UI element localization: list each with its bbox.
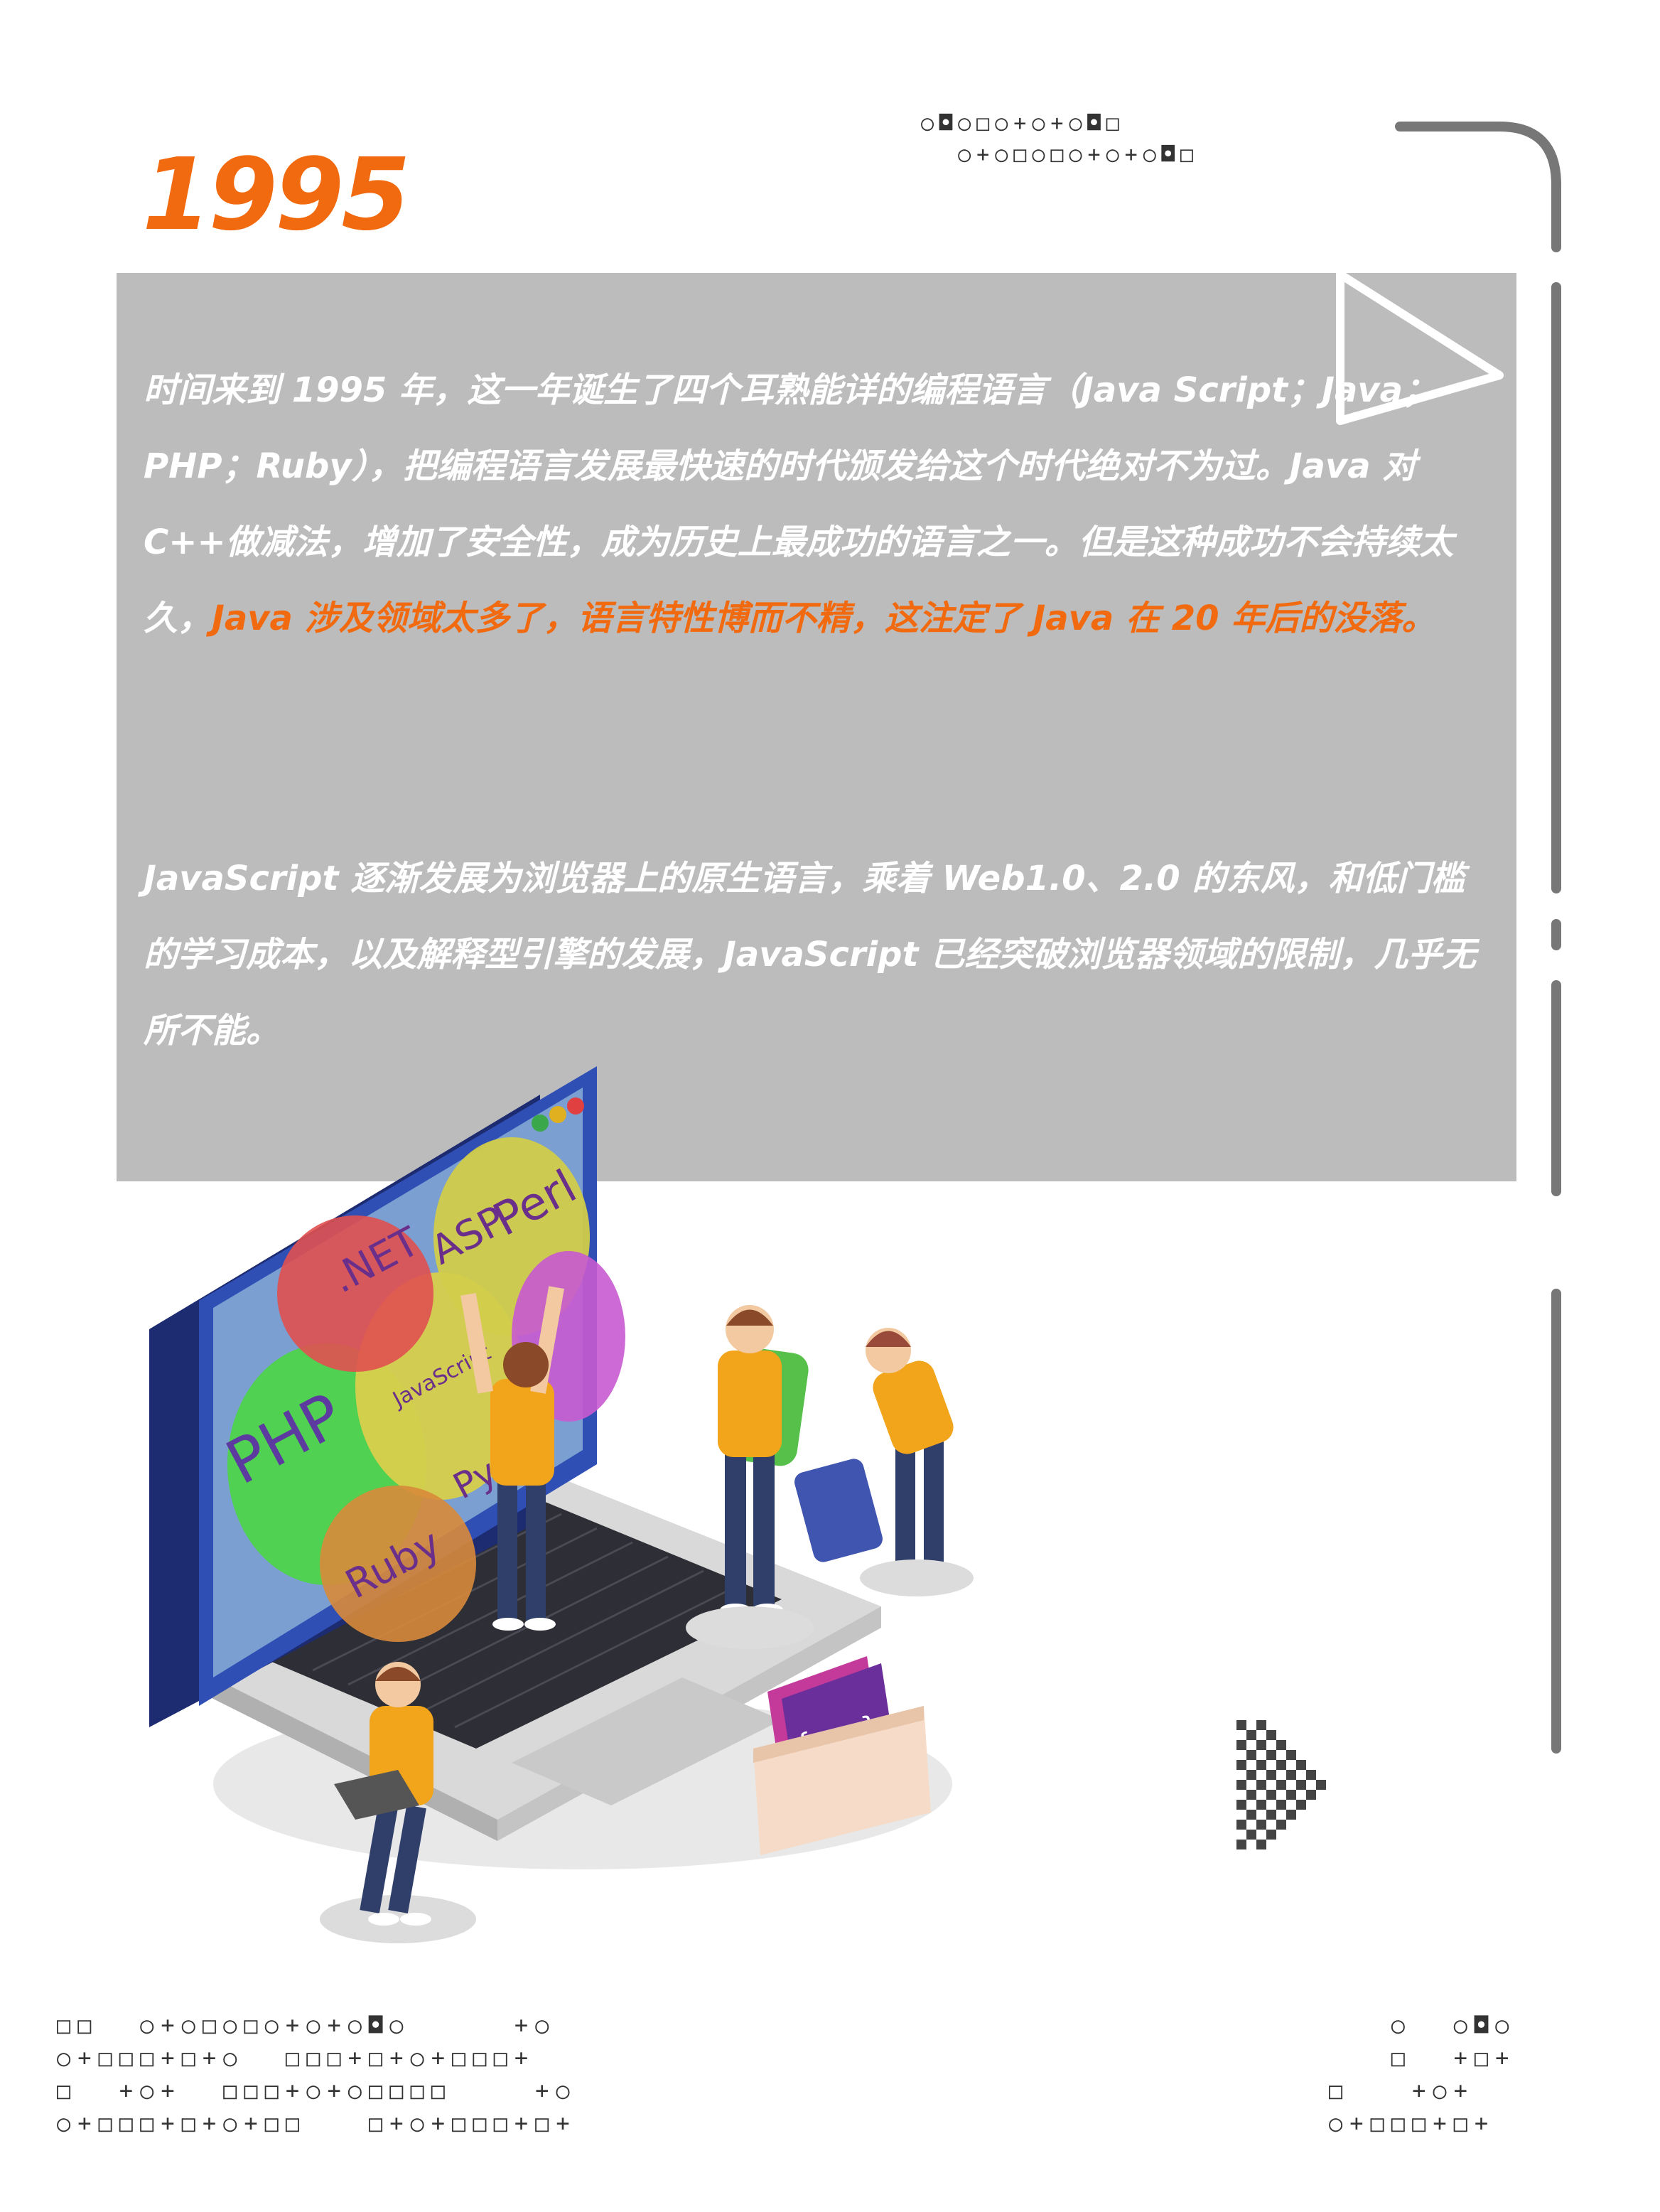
laptop-illustration: .NET ASP Perl PHP JavaScript Ruby Py bbox=[149, 1066, 974, 1943]
bottom-left-dots-decoration: □□ ○+○□○□○+○+○◘○ +○ ○+□□□+□+○ □□□+□+○+□□… bbox=[57, 2012, 577, 2137]
bottom-right-dots-decoration: ○ ○◘○ □ +□+ □ +○+ ○+□□□+□+ bbox=[1329, 2012, 1516, 2137]
paragraph-1: 时间来到 1995 年，这一年诞生了四个耳熟能详的编程语言（Java Scrip… bbox=[144, 353, 1480, 657]
paragraph-2: JavaScript 逐渐发展为浏览器上的原生语言，乘着 Web1.0、2.0 … bbox=[144, 841, 1480, 1069]
year-heading: 1995 bbox=[142, 137, 411, 253]
person-with-blue-box bbox=[794, 1328, 974, 1596]
paragraph-2-text: JavaScript 逐渐发展为浏览器上的原生语言，乘着 Web1.0、2.0 … bbox=[144, 859, 1477, 1051]
checker-arrows-decoration bbox=[1236, 1720, 1326, 1849]
top-dots-decoration: ○◘○□○+○+○◘□ ○+○□○□○+○+○◘□ bbox=[921, 111, 1199, 167]
paragraph-1-highlight: Java 涉及领域太多了，语言特性博而不精，这注定了 Java 在 20 年后的… bbox=[212, 598, 1436, 638]
